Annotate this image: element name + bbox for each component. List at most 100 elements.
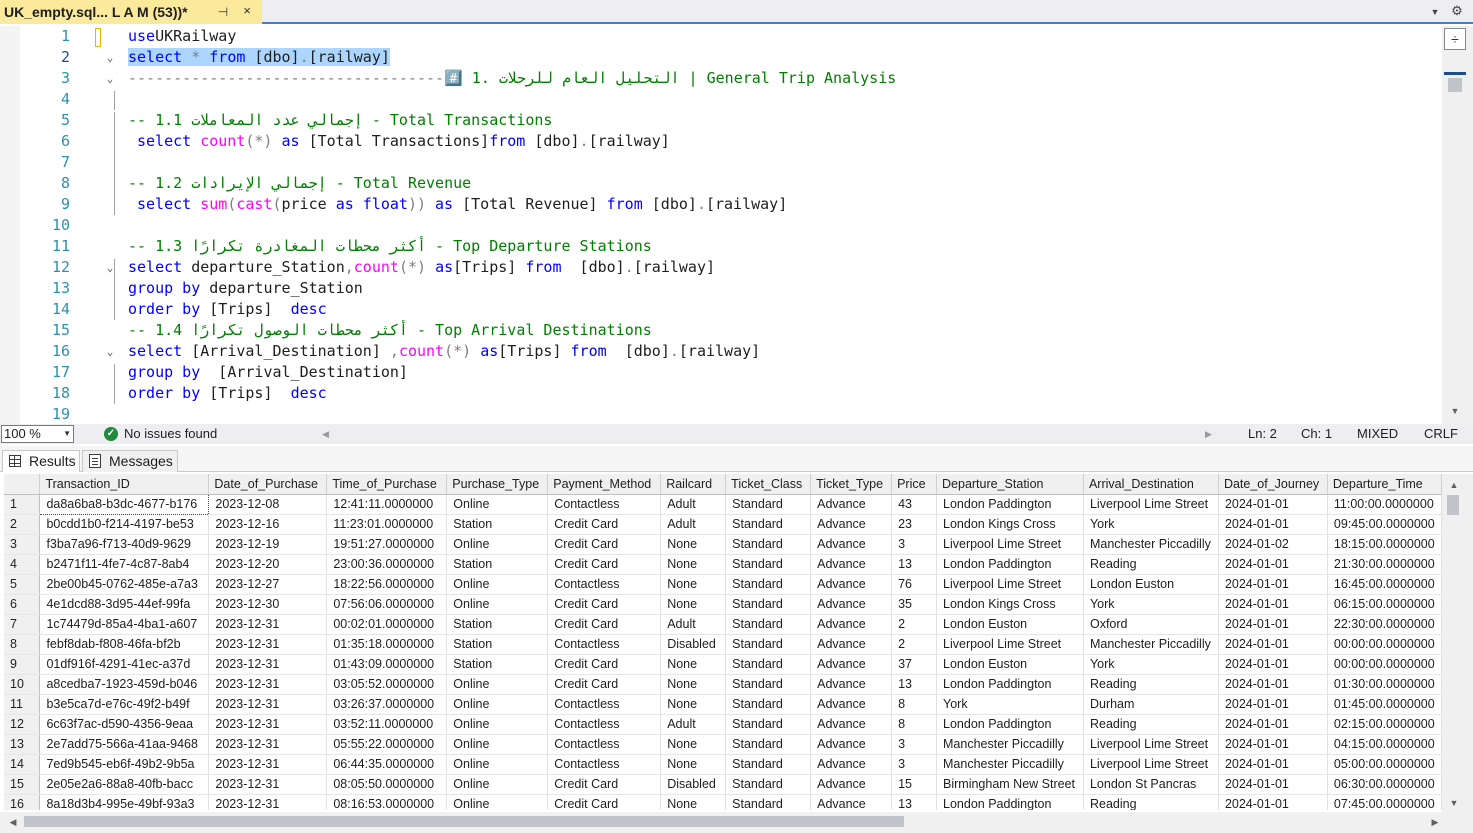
table-cell[interactable]: 2023-12-31 bbox=[208, 614, 328, 635]
scroll-left-icon[interactable]: ◀ bbox=[6, 815, 20, 829]
table-row[interactable]: 16 8a18d3b4-995e-49bf-93a3 2023-12-31 08:16… bbox=[4, 794, 1442, 810]
table-cell[interactable]: Liverpool Lime Street bbox=[936, 574, 1084, 595]
table-cell[interactable]: 4e1dcd88-3d95-44ef-99fa bbox=[39, 594, 210, 615]
tab-results[interactable]: Results bbox=[2, 450, 80, 472]
fold-toggle-icon[interactable]: ⌄ bbox=[103, 68, 117, 89]
table-cell[interactable]: 2023-12-31 bbox=[208, 674, 328, 695]
table-cell[interactable]: Liverpool Lime Street bbox=[1083, 494, 1219, 515]
column-header[interactable]: Date_of_Journey bbox=[1218, 474, 1328, 495]
table-cell[interactable]: da8a6ba8-b3dc-4677-b176 bbox=[39, 493, 210, 515]
code-line[interactable]: 7 bbox=[0, 152, 1442, 173]
code-line[interactable]: 18 order by [Trips] desc bbox=[0, 383, 1442, 404]
table-cell[interactable]: 04:15:00.0000000 bbox=[1327, 734, 1442, 755]
table-cell[interactable]: Credit Card bbox=[547, 654, 662, 675]
table-cell[interactable]: Standard bbox=[725, 614, 812, 635]
column-header[interactable]: Railcard bbox=[660, 474, 727, 495]
table-cell[interactable]: None bbox=[660, 734, 727, 755]
column-header[interactable]: Date_of_Purchase bbox=[208, 474, 328, 495]
row-number[interactable]: 16 bbox=[4, 794, 41, 810]
row-number[interactable]: 14 bbox=[4, 754, 41, 775]
table-cell[interactable]: 2023-12-31 bbox=[208, 774, 328, 795]
row-number[interactable]: 13 bbox=[4, 734, 41, 755]
code-line[interactable]: 4 bbox=[0, 89, 1442, 110]
code-line[interactable]: 2 ⌄ select * from [dbo].[railway] bbox=[0, 47, 1442, 68]
table-cell[interactable]: 05:00:00.0000000 bbox=[1327, 754, 1442, 775]
scroll-down-icon[interactable]: ▼ bbox=[1447, 796, 1461, 810]
table-cell[interactable]: 22:30:00.0000000 bbox=[1327, 614, 1442, 635]
table-cell[interactable]: 2023-12-31 bbox=[208, 754, 328, 775]
table-cell[interactable]: None bbox=[660, 694, 727, 715]
table-cell[interactable]: Standard bbox=[725, 594, 812, 615]
table-cell[interactable]: Station bbox=[446, 634, 549, 655]
table-cell[interactable]: Online bbox=[446, 714, 549, 735]
table-cell[interactable]: Contactless bbox=[547, 754, 662, 775]
table-row[interactable]: 7 1c74479d-85a4-4ba1-a607 2023-12-31 00:02:… bbox=[4, 614, 1442, 635]
column-header[interactable]: Ticket_Type bbox=[810, 474, 893, 495]
table-cell[interactable]: 23:00:36.0000000 bbox=[326, 554, 448, 575]
table-cell[interactable]: Manchester Piccadilly bbox=[1083, 634, 1219, 655]
table-cell[interactable]: York bbox=[1083, 514, 1219, 535]
table-row[interactable]: 12 6c63f7ac-d590-4356-9eaa 2023-12-31 03:52… bbox=[4, 714, 1442, 735]
row-number[interactable]: 4 bbox=[4, 554, 41, 575]
table-cell[interactable]: London St Pancras bbox=[1083, 774, 1219, 795]
table-cell[interactable]: Birmingham New Street bbox=[936, 774, 1084, 795]
table-cell[interactable]: 13 bbox=[891, 794, 938, 810]
table-cell[interactable]: Disabled bbox=[660, 774, 727, 795]
issues-status[interactable]: No issues found bbox=[124, 426, 217, 442]
table-cell[interactable]: Online bbox=[446, 594, 549, 615]
fold-toggle-icon[interactable]: ⌄ bbox=[103, 341, 117, 362]
row-number[interactable]: 7 bbox=[4, 614, 41, 635]
table-cell[interactable]: None bbox=[660, 674, 727, 695]
table-cell[interactable]: 23 bbox=[891, 514, 938, 535]
table-cell[interactable]: Station bbox=[446, 514, 549, 535]
table-cell[interactable]: 2024-01-01 bbox=[1218, 754, 1328, 775]
table-cell[interactable]: Manchester Piccadilly bbox=[936, 754, 1084, 775]
table-cell[interactable]: 2024-01-01 bbox=[1218, 554, 1328, 575]
column-header[interactable]: Ticket_Class bbox=[725, 474, 812, 495]
table-cell[interactable]: 00:00:00.0000000 bbox=[1327, 634, 1442, 655]
tab-messages[interactable]: Messages bbox=[82, 450, 178, 472]
table-cell[interactable]: Contactless bbox=[547, 494, 662, 515]
table-cell[interactable]: Advance bbox=[810, 574, 893, 595]
table-cell[interactable]: Adult bbox=[660, 514, 727, 535]
row-number[interactable]: 6 bbox=[4, 594, 41, 615]
table-cell[interactable]: b3e5ca7d-e76c-49f2-b49f bbox=[39, 694, 210, 715]
table-row[interactable]: 1 da8a6ba8-b3dc-4677-b176 2023-12-08 12:41:… bbox=[4, 493, 1442, 515]
table-cell[interactable]: Standard bbox=[725, 554, 812, 575]
row-number[interactable]: 12 bbox=[4, 714, 41, 735]
row-number[interactable]: 5 bbox=[4, 574, 41, 595]
table-row[interactable]: 4 b2471f11-4fe7-4c87-8ab4 2023-12-20 23:00:… bbox=[4, 554, 1442, 575]
code-line[interactable]: 12 ⌄ select departure_Station,count(*) as[… bbox=[0, 257, 1442, 278]
table-cell[interactable]: 01:43:09.0000000 bbox=[326, 654, 448, 675]
table-cell[interactable]: 8 bbox=[891, 714, 938, 735]
table-cell[interactable]: Online bbox=[446, 694, 549, 715]
table-cell[interactable]: Advance bbox=[810, 754, 893, 775]
table-cell[interactable]: Credit Card bbox=[547, 774, 662, 795]
table-cell[interactable]: 2024-01-01 bbox=[1218, 594, 1328, 615]
table-cell[interactable]: London Paddington bbox=[936, 714, 1084, 735]
column-header[interactable]: Payment_Method bbox=[547, 474, 662, 495]
gear-icon[interactable]: ⚙ bbox=[1450, 4, 1464, 18]
table-cell[interactable]: 11:00:00.0000000 bbox=[1327, 494, 1442, 515]
table-cell[interactable]: Online bbox=[446, 574, 549, 595]
table-row[interactable]: 13 2e7add75-566a-41aa-9468 2023-12-31 05:55… bbox=[4, 734, 1442, 755]
table-cell[interactable]: Advance bbox=[810, 494, 893, 515]
table-cell[interactable]: Advance bbox=[810, 594, 893, 615]
table-cell[interactable]: Advance bbox=[810, 634, 893, 655]
table-row[interactable]: 8 febf8dab-f808-46fa-bf2b 2023-12-31 01:35:… bbox=[4, 634, 1442, 655]
table-cell[interactable]: 6c63f7ac-d590-4356-9eaa bbox=[39, 714, 210, 735]
row-number[interactable]: 11 bbox=[4, 694, 41, 715]
split-editor-button[interactable]: ÷ bbox=[1444, 28, 1466, 50]
table-cell[interactable]: 2023-12-16 bbox=[208, 514, 328, 535]
table-cell[interactable]: 2023-12-19 bbox=[208, 534, 328, 555]
code-line[interactable]: 14 order by [Trips] desc bbox=[0, 299, 1442, 320]
table-cell[interactable]: Station bbox=[446, 654, 549, 675]
table-cell[interactable]: 2023-12-31 bbox=[208, 654, 328, 675]
table-cell[interactable]: Standard bbox=[725, 694, 812, 715]
table-cell[interactable]: 2023-12-31 bbox=[208, 634, 328, 655]
code-line[interactable]: 3 ⌄ -----------------------------------#️⃣… bbox=[0, 68, 1442, 89]
table-cell[interactable]: Online bbox=[446, 494, 549, 515]
table-cell[interactable]: Advance bbox=[810, 714, 893, 735]
table-cell[interactable]: Liverpool Lime Street bbox=[936, 634, 1084, 655]
scroll-down-icon[interactable]: ▼ bbox=[1448, 404, 1462, 418]
